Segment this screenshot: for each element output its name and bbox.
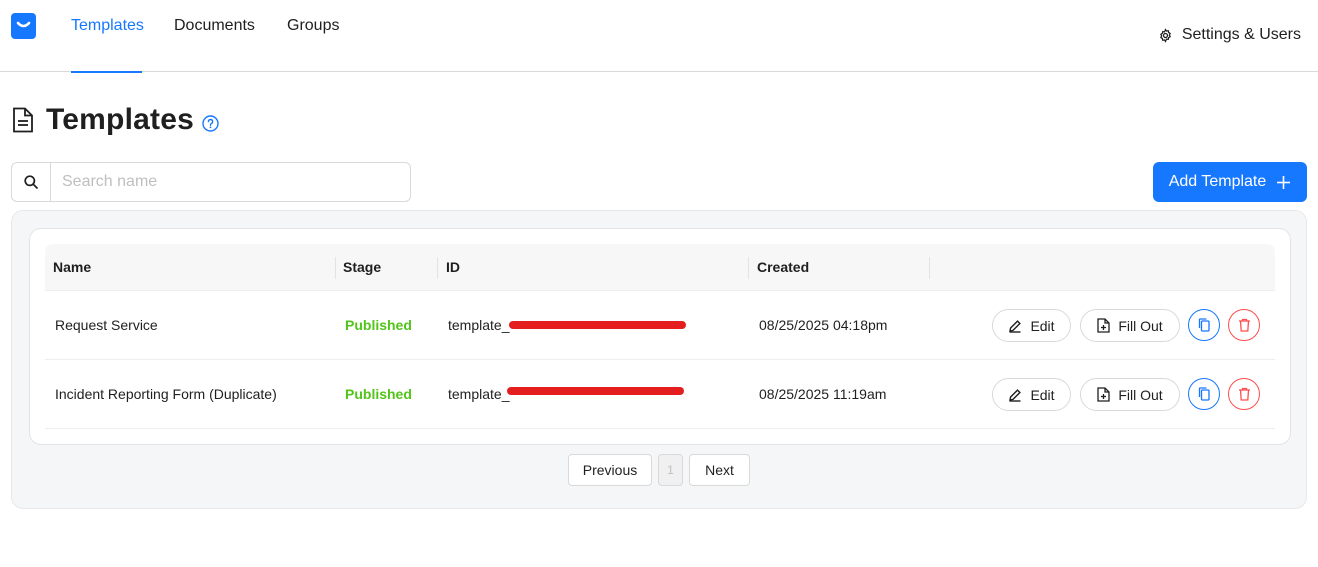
settings-users-link[interactable]: Settings & Users [1158, 26, 1301, 44]
fill-out-button[interactable]: Fill Out [1080, 309, 1180, 342]
table-row: Incident Reporting Form (Duplicate) Publ… [45, 360, 1275, 429]
search-box [11, 162, 411, 202]
settings-label: Settings & Users [1181, 26, 1301, 43]
next-page-button[interactable]: Next [689, 454, 750, 486]
delete-button[interactable] [1228, 378, 1260, 410]
plus-icon [1276, 175, 1291, 190]
pencil-icon [1008, 319, 1022, 333]
column-divider [335, 257, 336, 279]
document-icon [12, 107, 34, 133]
gear-icon [1158, 27, 1173, 43]
trash-icon [1238, 387, 1251, 401]
copy-icon [1198, 387, 1211, 401]
column-header-id[interactable]: ID [446, 244, 460, 291]
row-name: Incident Reporting Form (Duplicate) [55, 386, 277, 402]
edit-label: Edit [1030, 386, 1055, 403]
row-name: Request Service [55, 317, 158, 333]
fill-out-label: Fill Out [1118, 386, 1163, 403]
row-stage: Published [345, 386, 412, 402]
fill-out-button[interactable]: Fill Out [1080, 378, 1180, 411]
file-add-icon [1097, 387, 1110, 402]
tab-templates[interactable]: Templates [71, 17, 144, 73]
trash-icon [1238, 318, 1251, 332]
help-icon[interactable] [202, 114, 219, 132]
duplicate-button[interactable] [1188, 378, 1220, 410]
page-title: Templates [46, 103, 194, 136]
row-id: template_ [448, 317, 510, 333]
search-icon [24, 175, 38, 189]
redaction-mark [507, 387, 684, 395]
row-created: 08/25/2025 04:18pm [759, 317, 888, 333]
page-header: Templates [12, 100, 219, 140]
row-stage: Published [345, 317, 412, 333]
column-divider [437, 257, 438, 279]
top-navbar: Templates Documents Groups Settings & Us… [0, 0, 1318, 73]
table-header: Name Stage ID Created [45, 244, 1275, 291]
column-header-stage[interactable]: Stage [343, 244, 381, 291]
search-input[interactable] [51, 163, 410, 201]
file-add-icon [1097, 318, 1110, 333]
add-template-label: Add Template [1168, 173, 1267, 190]
previous-page-button[interactable]: Previous [568, 454, 652, 486]
fill-out-label: Fill Out [1118, 317, 1163, 334]
row-created: 08/25/2025 11:19am [759, 386, 887, 402]
column-divider [748, 257, 749, 279]
tab-documents[interactable]: Documents [174, 17, 255, 72]
copy-icon [1198, 318, 1211, 332]
column-header-created[interactable]: Created [757, 244, 809, 291]
edit-label: Edit [1030, 317, 1055, 334]
tab-groups[interactable]: Groups [287, 17, 339, 72]
duplicate-button[interactable] [1188, 309, 1220, 341]
add-template-button[interactable]: Add Template [1153, 162, 1307, 202]
column-divider [929, 257, 930, 279]
templates-panel: Name Stage ID Created Request Service Pu… [11, 210, 1307, 509]
delete-button[interactable] [1228, 309, 1260, 341]
row-id: template_ [448, 386, 510, 402]
edit-button[interactable]: Edit [992, 309, 1071, 342]
column-header-name[interactable]: Name [53, 244, 91, 291]
templates-table: Name Stage ID Created Request Service Pu… [29, 228, 1291, 445]
current-page-indicator: 1 [658, 454, 683, 486]
search-button[interactable] [12, 163, 51, 201]
pencil-icon [1008, 388, 1022, 402]
edit-button[interactable]: Edit [992, 378, 1071, 411]
app-logo-icon[interactable] [11, 13, 36, 39]
table-row: Request Service Published template_ 08/2… [45, 291, 1275, 360]
redaction-mark [509, 321, 686, 329]
